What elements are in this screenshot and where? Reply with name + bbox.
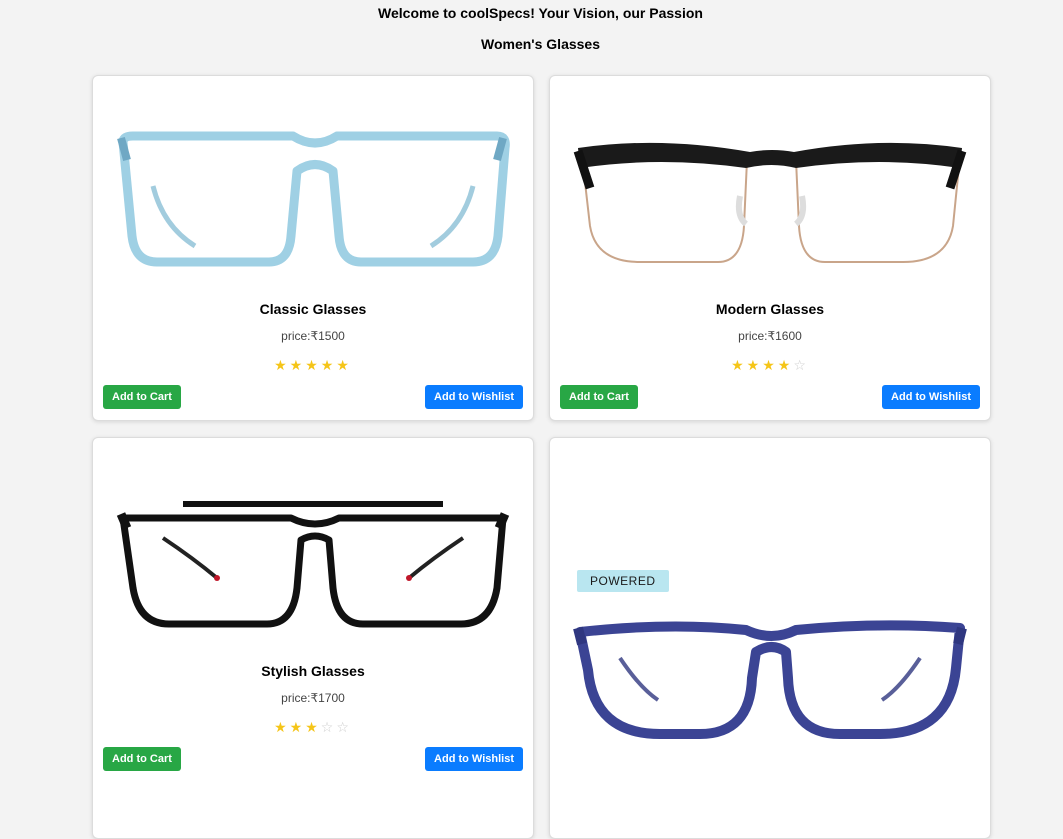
star-icon: ★ bbox=[777, 357, 794, 373]
product-price: price:₹1600 bbox=[738, 329, 802, 343]
product-image[interactable]: POWERED bbox=[550, 438, 990, 818]
star-icon: ★ bbox=[305, 719, 321, 735]
product-card: Modern Glasses price:₹1600 ★★★★☆ Add to … bbox=[549, 75, 991, 421]
product-image[interactable] bbox=[93, 76, 533, 291]
product-card: Classic Glasses price:₹1500 ★★★★★ Add to… bbox=[92, 75, 534, 421]
product-price: price:₹1500 bbox=[281, 329, 345, 343]
product-card: Stylish Glasses price:₹1700 ★★★☆☆ Add to… bbox=[92, 437, 534, 839]
product-name: Modern Glasses bbox=[715, 301, 825, 317]
star-icon: ★ bbox=[274, 719, 290, 735]
rating-stars: ★★★★★ bbox=[93, 357, 533, 374]
glasses-image-classic bbox=[117, 131, 510, 267]
glasses-image-modern bbox=[573, 142, 967, 263]
star-icon: ★ bbox=[731, 357, 747, 373]
add-to-wishlist-button[interactable]: Add to Wishlist bbox=[425, 747, 523, 771]
star-outline-icon: ☆ bbox=[320, 719, 337, 735]
star-outline-icon: ☆ bbox=[336, 719, 352, 735]
welcome-heading: Welcome to coolSpecs! Your Vision, our P… bbox=[378, 5, 703, 21]
add-to-cart-button[interactable]: Add to Cart bbox=[560, 385, 638, 409]
star-icon: ★ bbox=[305, 357, 321, 373]
star-icon: ★ bbox=[762, 357, 778, 373]
rating-stars: ★★★☆☆ bbox=[93, 719, 533, 736]
star-outline-icon: ☆ bbox=[793, 357, 809, 373]
rating-stars: ★★★★☆ bbox=[550, 357, 990, 374]
product-name: Classic Glasses bbox=[259, 301, 367, 317]
add-to-cart-button[interactable]: Add to Cart bbox=[103, 385, 181, 409]
add-to-cart-button[interactable]: Add to Cart bbox=[103, 747, 181, 771]
star-icon: ★ bbox=[336, 357, 352, 373]
star-icon: ★ bbox=[289, 719, 306, 735]
product-image[interactable] bbox=[550, 76, 990, 291]
star-icon: ★ bbox=[746, 357, 763, 373]
star-icon: ★ bbox=[320, 357, 337, 373]
product-card: POWERED bbox=[549, 437, 991, 839]
add-to-wishlist-button[interactable]: Add to Wishlist bbox=[882, 385, 980, 409]
add-to-wishlist-button[interactable]: Add to Wishlist bbox=[425, 385, 523, 409]
section-title: Women's Glasses bbox=[480, 36, 600, 52]
glasses-image-powered bbox=[573, 620, 967, 739]
star-icon: ★ bbox=[289, 357, 306, 373]
glasses-image-stylish bbox=[116, 501, 510, 628]
product-image[interactable] bbox=[93, 438, 533, 653]
star-icon: ★ bbox=[274, 357, 290, 373]
product-price: price:₹1700 bbox=[281, 691, 345, 705]
product-name: Stylish Glasses bbox=[261, 663, 365, 679]
